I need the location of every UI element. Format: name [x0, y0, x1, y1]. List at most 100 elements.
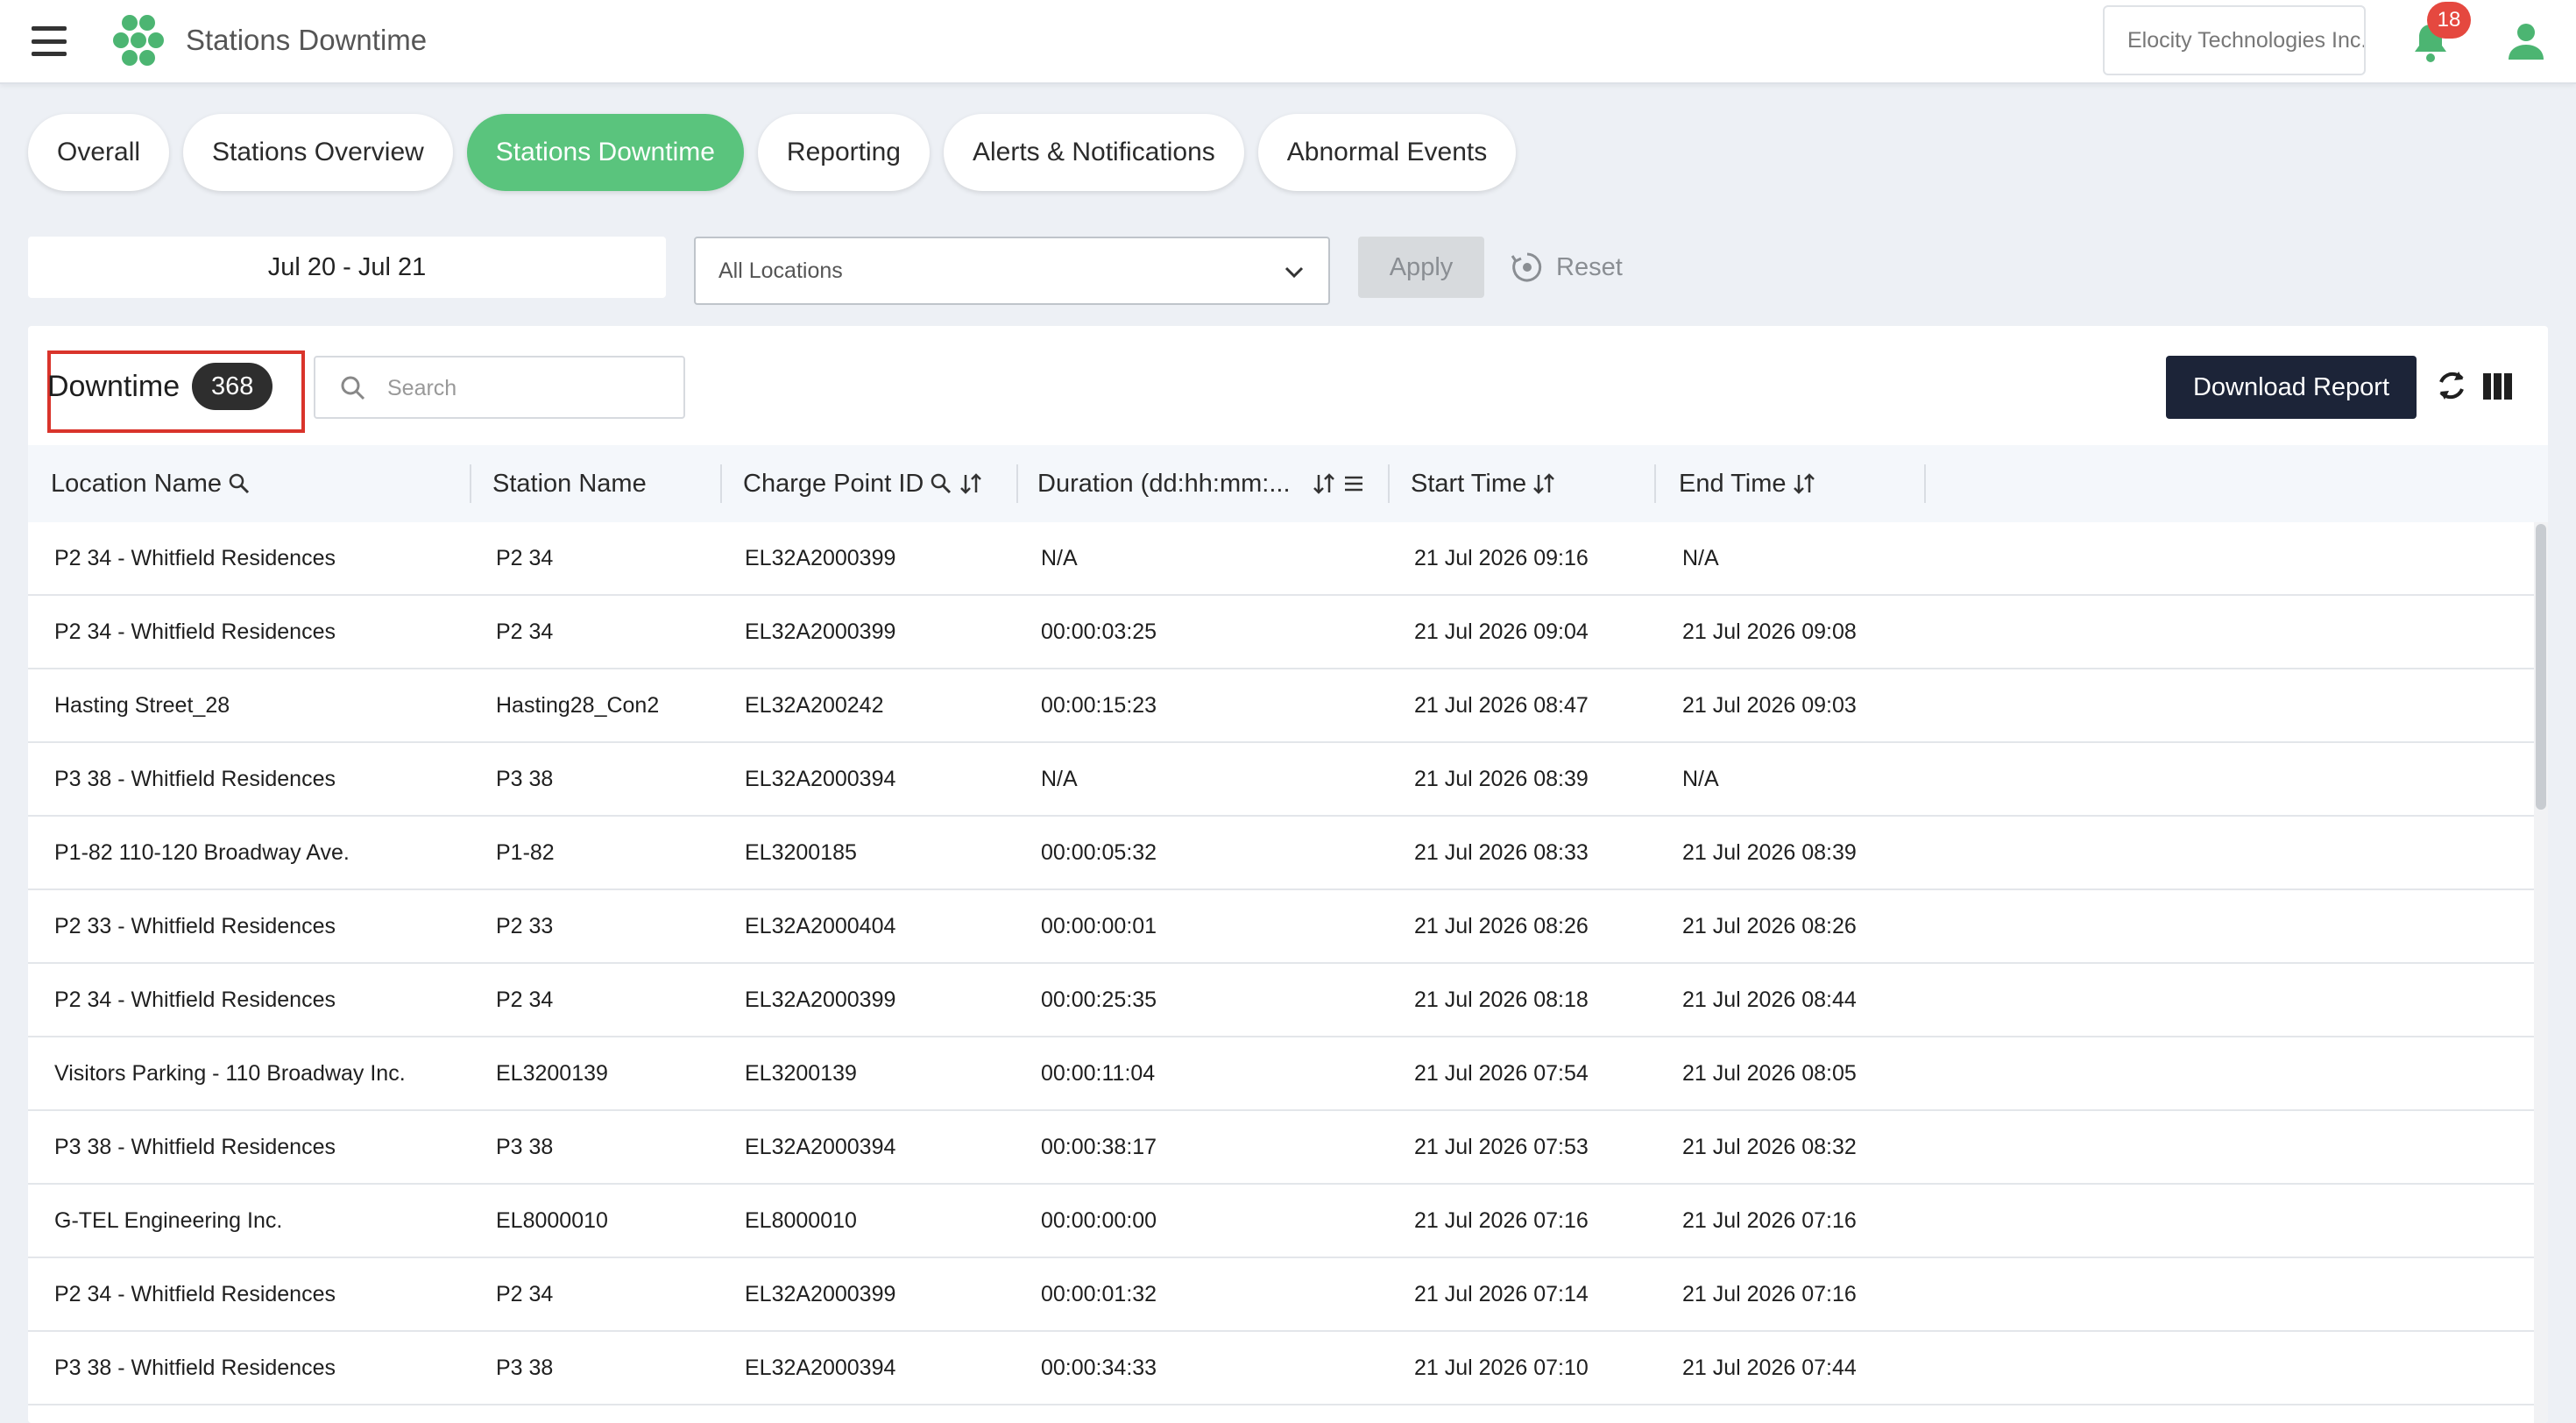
dashboard-tabs: Overall Stations Overview Stations Downt… [28, 114, 1517, 193]
downtime-heading: Downtime 368 [47, 356, 273, 417]
cell-station-name: Hasting28_Con2 [496, 693, 660, 718]
table-row[interactable]: P3 38 - Whitfield Residences P3 38 EL32A20… [28, 1111, 2534, 1185]
cell-end-time: N/A [1682, 546, 1719, 570]
cell-duration: 00:00:38:17 [1041, 1135, 1157, 1159]
cell-charge-point-id: EL3200139 [745, 1061, 857, 1086]
table-header: Location Name Station Name Charge Point … [28, 445, 2548, 522]
cell-location-name: P2 34 - Whitfield Residences [54, 546, 336, 570]
top-bar: Stations Downtime Elocity Technologies I… [0, 0, 2576, 84]
cell-charge-point-id: EL32A2000399 [745, 988, 896, 1012]
organization-selector[interactable]: Elocity Technologies Inc. [2103, 5, 2366, 75]
cell-location-name: P2 34 - Whitfield Residences [54, 619, 336, 644]
table-row[interactable]: P2 34 - Whitfield Residences P2 34 EL32A20… [28, 1258, 2534, 1332]
table-row[interactable]: P3 38 - Whitfield Residences P3 38 EL32A20… [28, 1332, 2534, 1405]
cell-end-time: 21 Jul 2026 09:03 [1682, 693, 1857, 718]
cell-start-time: 21 Jul 2026 07:10 [1414, 1356, 1589, 1380]
column-duration[interactable]: Duration (dd:hh:mm:... [1037, 445, 1366, 522]
column-menu-icon[interactable] [1341, 471, 1366, 496]
location-select[interactable]: All Locations [694, 237, 1330, 305]
table-row[interactable]: P2 34 - Whitfield Residences P2 34 EL32A20… [28, 964, 2534, 1037]
table-row[interactable]: P3 38 - Whitfield Residences P3 38 EL32A20… [28, 743, 2534, 817]
cell-location-name: Visitors Parking - 110 Broadway Inc. [54, 1061, 406, 1086]
column-separator [1654, 464, 1656, 503]
table-body: P2 34 - Whitfield Residences P2 34 EL32A20… [28, 522, 2534, 1405]
cell-start-time: 21 Jul 2026 07:16 [1414, 1208, 1589, 1233]
search-input[interactable] [387, 368, 668, 408]
tab-overall[interactable]: Overall [28, 114, 170, 191]
sort-icon[interactable] [1532, 471, 1556, 496]
columns-icon[interactable] [2481, 370, 2515, 403]
cell-station-name: P2 34 [496, 619, 554, 644]
table-row[interactable]: Hasting Street_28 Hasting28_Con2 EL32A2002… [28, 669, 2534, 743]
cell-start-time: 21 Jul 2026 07:54 [1414, 1061, 1589, 1086]
cell-charge-point-id: EL32A2000394 [745, 1356, 896, 1380]
downtime-title: Downtime [47, 369, 180, 403]
column-start-time[interactable]: Start Time [1411, 445, 1556, 522]
column-label: End Time [1679, 470, 1787, 498]
search-icon[interactable] [227, 471, 251, 496]
tab-abnormal-events[interactable]: Abnormal Events [1257, 114, 1517, 191]
cell-duration: 00:00:15:23 [1041, 693, 1157, 718]
sort-icon[interactable] [959, 471, 983, 496]
table-row[interactable]: P1-82 110-120 Broadway Ave. P1-82 EL320018… [28, 817, 2534, 890]
cell-station-name: P2 34 [496, 988, 554, 1012]
location-select-value: All Locations [718, 258, 843, 283]
table-row[interactable]: P2 34 - Whitfield Residences P2 34 EL32A20… [28, 522, 2534, 596]
table-row[interactable]: P2 33 - Whitfield Residences P2 33 EL32A20… [28, 890, 2534, 964]
cell-start-time: 21 Jul 2026 08:26 [1414, 914, 1589, 938]
cell-end-time: 21 Jul 2026 07:44 [1682, 1356, 1857, 1380]
table-row[interactable]: Visitors Parking - 110 Broadway Inc. EL32… [28, 1037, 2534, 1111]
chevron-down-icon [1284, 266, 1304, 279]
download-report-button[interactable]: Download Report [2166, 356, 2417, 419]
cell-duration: 00:00:03:25 [1041, 619, 1157, 644]
reset-button[interactable]: Reset [1509, 247, 1623, 287]
column-label: Location Name [51, 470, 223, 498]
cell-duration: N/A [1041, 546, 1078, 570]
search-icon [341, 376, 365, 400]
cell-end-time: 21 Jul 2026 08:39 [1682, 840, 1857, 865]
search-icon[interactable] [929, 471, 953, 496]
cell-station-name: P3 38 [496, 1135, 554, 1159]
cell-start-time: 21 Jul 2026 08:18 [1414, 988, 1589, 1012]
tab-reporting[interactable]: Reporting [757, 114, 930, 191]
column-charge-point-id[interactable]: Charge Point ID [743, 445, 983, 522]
cell-location-name: G-TEL Engineering Inc. [54, 1208, 283, 1233]
cell-charge-point-id: EL32A2000404 [745, 914, 896, 938]
cell-end-time: 21 Jul 2026 08:44 [1682, 988, 1857, 1012]
sort-icon[interactable] [1792, 471, 1816, 496]
cell-duration: 00:00:25:35 [1041, 988, 1157, 1012]
cell-location-name: P3 38 - Whitfield Residences [54, 1135, 336, 1159]
menu-icon[interactable] [32, 26, 67, 56]
cell-charge-point-id: EL32A2000394 [745, 767, 896, 791]
cell-location-name: P2 34 - Whitfield Residences [54, 1282, 336, 1306]
cell-end-time: 21 Jul 2026 08:26 [1682, 914, 1857, 938]
reset-icon [1511, 252, 1542, 282]
column-separator [1016, 464, 1018, 503]
column-label: Start Time [1411, 470, 1527, 498]
cell-duration: 00:00:00:01 [1041, 914, 1157, 938]
refresh-icon[interactable] [2432, 366, 2471, 405]
date-range-picker[interactable]: Jul 20 - Jul 21 [28, 237, 666, 298]
cell-charge-point-id: EL32A200242 [745, 693, 884, 718]
cell-location-name: P3 38 - Whitfield Residences [54, 1356, 336, 1380]
cell-start-time: 21 Jul 2026 08:39 [1414, 767, 1589, 791]
reset-label: Reset [1556, 252, 1623, 281]
apply-button[interactable]: Apply [1358, 237, 1484, 298]
cell-end-time: 21 Jul 2026 09:08 [1682, 619, 1857, 644]
column-label: Station Name [492, 470, 647, 498]
user-icon[interactable] [2504, 19, 2548, 63]
scrollbar-thumb[interactable] [2536, 524, 2546, 810]
column-end-time[interactable]: End Time [1679, 445, 1816, 522]
table-row[interactable]: G-TEL Engineering Inc. EL8000010 EL8000010… [28, 1185, 2534, 1258]
tab-stations-downtime[interactable]: Stations Downtime [466, 114, 744, 191]
column-station-name[interactable]: Station Name [492, 445, 647, 522]
table-row[interactable]: P2 34 - Whitfield Residences P2 34 EL32A20… [28, 596, 2534, 669]
tab-alerts-notifications[interactable]: Alerts & Notifications [943, 114, 1244, 191]
hexagon-logo-icon [113, 15, 164, 66]
cell-duration: 00:00:01:32 [1041, 1282, 1157, 1306]
column-separator [1388, 464, 1390, 503]
cell-charge-point-id: EL32A2000399 [745, 546, 896, 570]
sort-icon[interactable] [1312, 471, 1336, 496]
tab-stations-overview[interactable]: Stations Overview [183, 114, 453, 191]
column-location-name[interactable]: Location Name [51, 445, 251, 522]
